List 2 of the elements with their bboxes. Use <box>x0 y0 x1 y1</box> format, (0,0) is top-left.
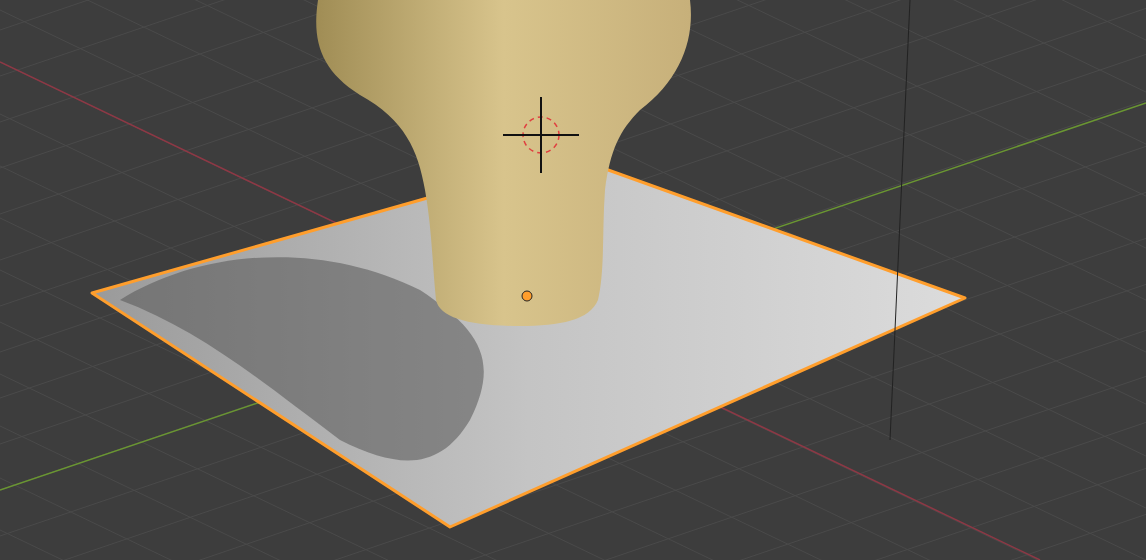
origin-dot <box>521 290 533 302</box>
3d-cursor-icon <box>502 96 580 174</box>
